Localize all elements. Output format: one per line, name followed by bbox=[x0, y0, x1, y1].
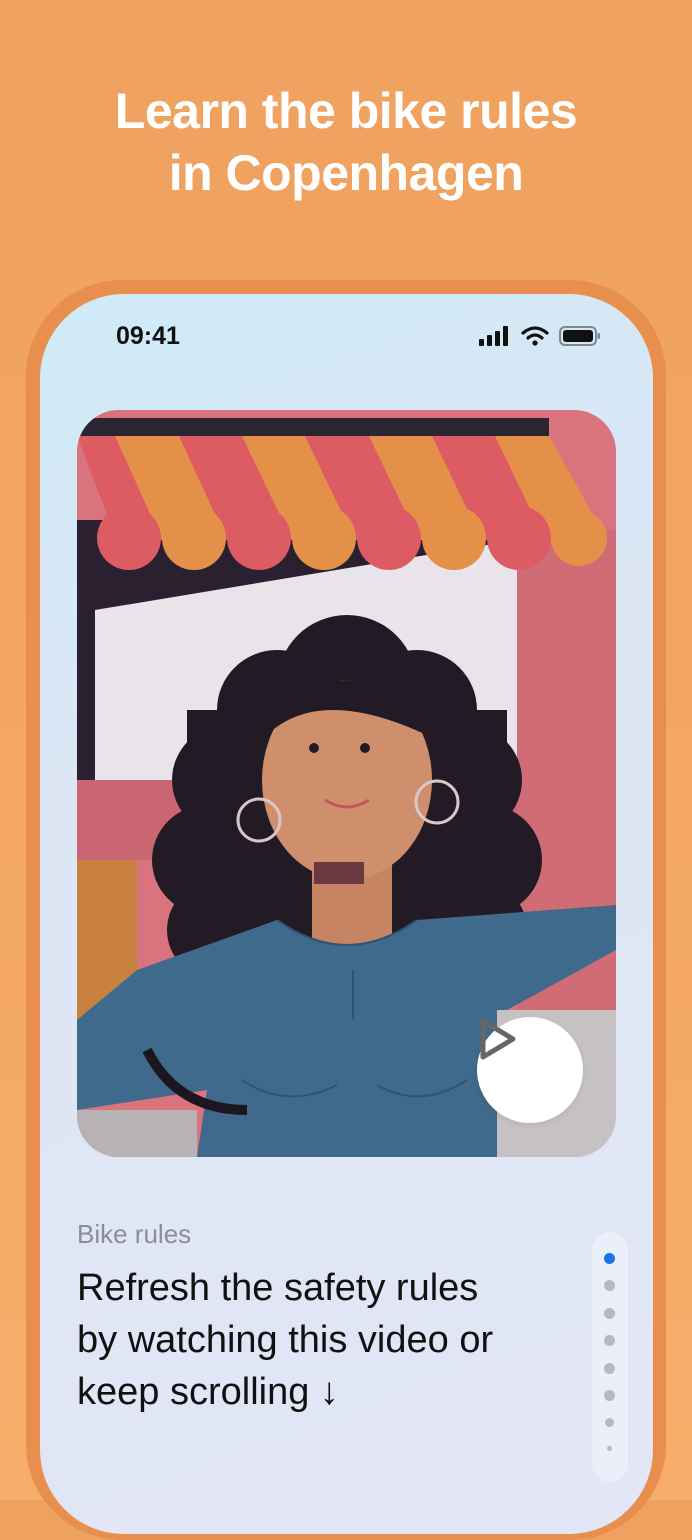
page-dot-1[interactable] bbox=[604, 1253, 615, 1264]
phone-screen: 09:41 Bike rules Refresh the safety rule… bbox=[40, 294, 653, 1534]
headline-line-1: Learn the bike rules bbox=[114, 83, 578, 139]
page-dot-7[interactable] bbox=[605, 1418, 614, 1427]
headline-line-2: in Copenhagen bbox=[168, 145, 524, 201]
category-label: Bike rules bbox=[77, 1219, 192, 1249]
page-dot-5[interactable] bbox=[604, 1363, 615, 1374]
page-dot-3[interactable] bbox=[604, 1308, 615, 1319]
page-dot-4[interactable] bbox=[604, 1335, 615, 1346]
headline: Learn the bike rules in Copenhagen bbox=[0, 80, 692, 204]
page-dot-2[interactable] bbox=[604, 1280, 615, 1291]
page-dot-8[interactable] bbox=[607, 1446, 612, 1451]
caption-line-1: Refresh the safety rules bbox=[77, 1267, 479, 1309]
page-indicator[interactable] bbox=[592, 1232, 628, 1482]
caption-line-2: by watching this video or bbox=[77, 1319, 494, 1361]
wifi-icon bbox=[521, 326, 549, 346]
status-icons bbox=[479, 326, 601, 346]
play-button[interactable] bbox=[477, 1017, 583, 1123]
caption-line-3: keep scrolling ↓ bbox=[77, 1371, 339, 1413]
caption: Refresh the safety rules by watching thi… bbox=[77, 1262, 577, 1418]
signal-icon bbox=[479, 326, 508, 346]
status-time: 09:41 bbox=[116, 322, 180, 350]
play-icon bbox=[480, 1018, 516, 1060]
battery-icon bbox=[559, 326, 600, 346]
page-dot-6[interactable] bbox=[604, 1390, 615, 1401]
video-player[interactable] bbox=[77, 410, 616, 1157]
